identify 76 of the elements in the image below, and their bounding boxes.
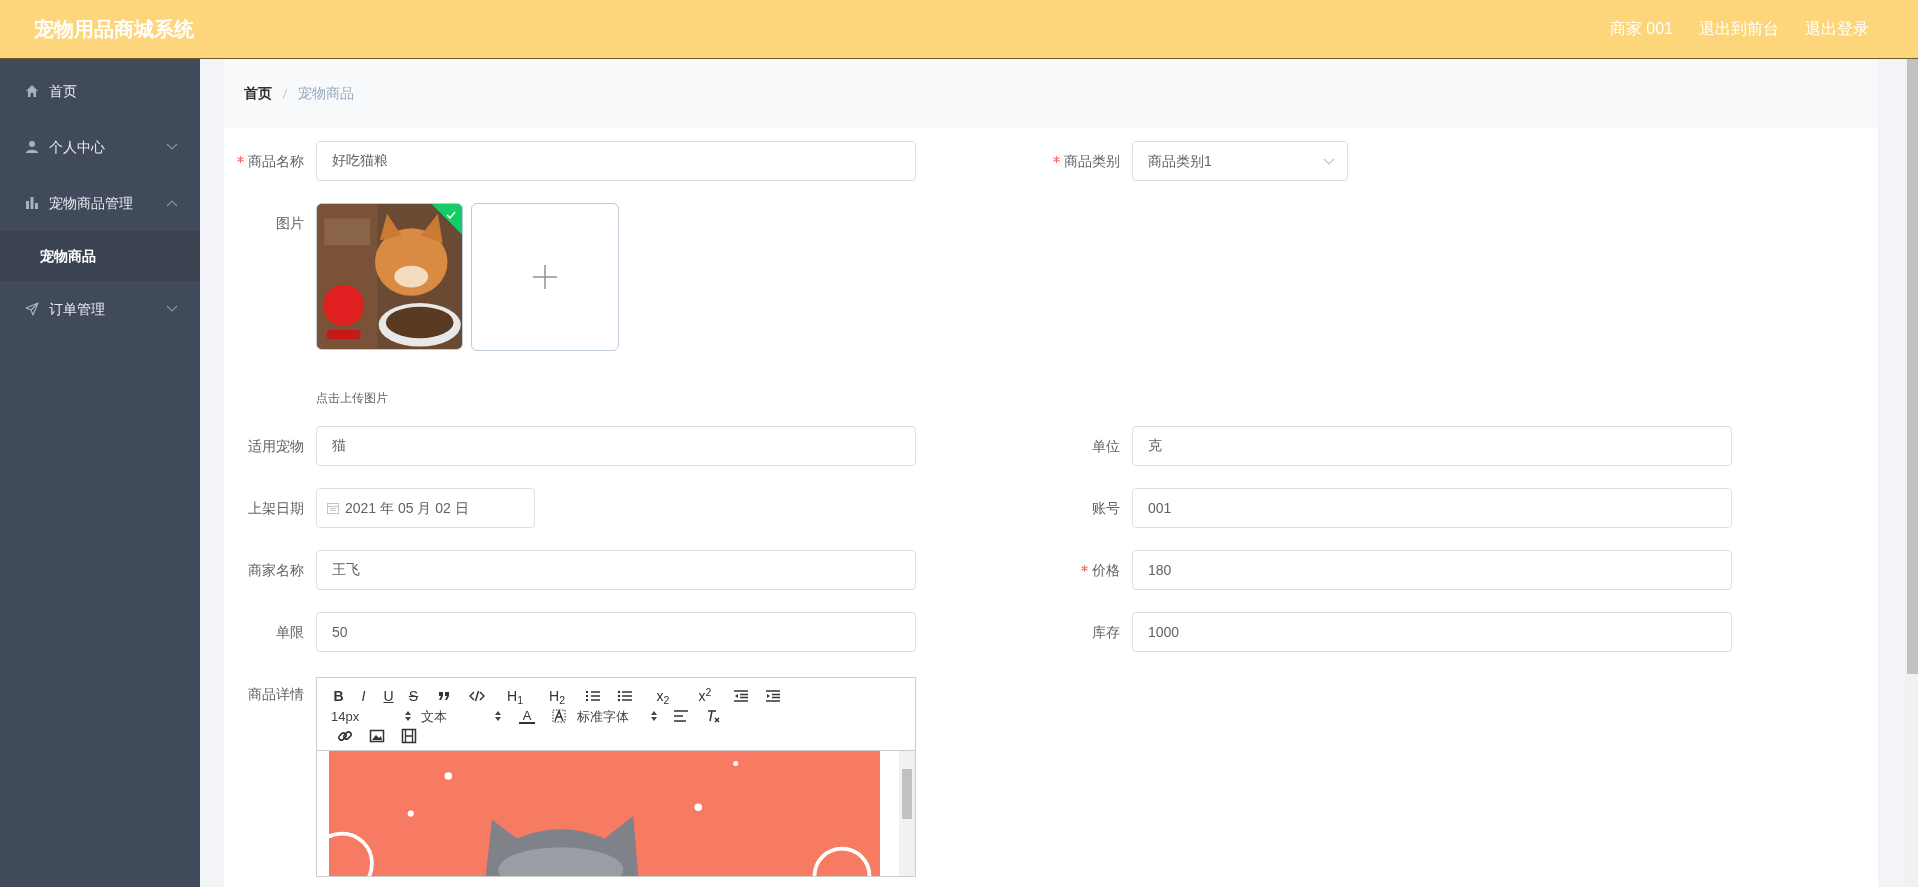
category-select[interactable]: 商品类别1 (1132, 141, 1348, 181)
scrollbar[interactable] (1905, 59, 1918, 887)
text-field[interactable]: 001 (1132, 488, 1732, 528)
text-field[interactable]: 1000 (1132, 612, 1732, 652)
bold-button[interactable]: B (331, 689, 346, 703)
italic-button[interactable]: I (356, 689, 371, 703)
sidebar-item[interactable]: 订单管理 (0, 281, 200, 337)
plus-icon (533, 265, 557, 289)
field-label: 商品名称 (248, 154, 304, 168)
code-button[interactable] (469, 688, 485, 704)
outdent-icon (733, 688, 749, 704)
field-label: 账号 (1092, 501, 1120, 515)
field-label: 单限 (276, 625, 304, 639)
align-left-button[interactable] (673, 708, 689, 724)
text-field[interactable]: 50 (316, 612, 916, 652)
sidebar-item[interactable]: 个人中心 (0, 119, 200, 175)
bullet-list-icon (617, 688, 633, 704)
sidebar-item[interactable]: 宠物商品管理 (0, 175, 200, 231)
upload-hint: 点击上传图片 (316, 390, 389, 407)
app-title: 宠物用品商城系统 (34, 17, 194, 42)
film-button[interactable] (401, 728, 417, 744)
font-color-button[interactable]: A (519, 708, 535, 724)
field-label: 价格 (1092, 563, 1120, 577)
field-label: 适用宠物 (248, 439, 304, 453)
field-label: 商品详情 (248, 687, 304, 701)
field-label: 单位 (1092, 439, 1120, 453)
link-icon (337, 728, 353, 744)
clear-format-icon (705, 708, 721, 724)
film-icon (401, 728, 417, 744)
image-button[interactable] (369, 728, 385, 744)
image-icon (369, 728, 385, 744)
calendar-icon (327, 502, 339, 514)
sort-arrows-icon (651, 711, 657, 721)
format-button[interactable]: x$^{2}$ (693, 689, 717, 703)
date-field[interactable]: 2021 年 05 月 02 日 (316, 488, 535, 528)
highlight-icon (551, 708, 567, 724)
toolbar-select[interactable]: 文本 (421, 709, 501, 723)
underline-button[interactable]: U (381, 689, 396, 703)
field-label: 库存 (1092, 625, 1120, 639)
format-button[interactable]: H$_{1}$ (503, 689, 527, 703)
indent-icon (765, 688, 781, 704)
outdent-button[interactable] (733, 688, 749, 704)
text-field[interactable]: 王飞 (316, 550, 916, 590)
format-button[interactable]: H$_{2}$ (545, 689, 569, 703)
field-label: 商家名称 (248, 563, 304, 577)
user-icon (25, 140, 39, 154)
bullet-list-button[interactable] (617, 688, 633, 704)
home-icon (25, 84, 39, 98)
field-label: 上架日期 (248, 501, 304, 515)
text-field[interactable]: 猫 (316, 426, 916, 466)
code-icon (469, 688, 485, 704)
text-field[interactable]: 克 (1132, 426, 1732, 466)
editor-scrollbar[interactable] (899, 751, 915, 876)
field-label: 图片 (276, 216, 304, 230)
chevron-down-icon (1323, 157, 1335, 165)
field-label: 商品类别 (1064, 154, 1120, 168)
align-left-icon (673, 708, 689, 724)
sidebar-subitem[interactable]: 宠物商品 (0, 231, 200, 281)
link-button[interactable] (337, 728, 353, 744)
breadcrumb-link[interactable]: 首页 (244, 83, 272, 104)
toolbar-select[interactable]: 14px (331, 709, 411, 723)
format-button[interactable]: x$_{2}$ (651, 689, 675, 703)
clear-format-button[interactable] (705, 708, 721, 724)
sort-arrows-icon (405, 711, 411, 721)
text-field[interactable]: 好吃猫粮 (316, 141, 916, 181)
text-field[interactable]: 180 (1132, 550, 1732, 590)
rich-text-editor[interactable]: B I U S H$_{1}$ H$_{2}$ x$_{2}$ x$^{2}$ 14px 文本 A 标准字体 (316, 677, 916, 877)
sort-arrows-icon (495, 711, 501, 721)
bar-chart-icon (25, 196, 39, 210)
indent-button[interactable] (765, 688, 781, 704)
slash-icon (282, 87, 288, 100)
sidebar-item[interactable]: 首页 (0, 63, 200, 119)
strike-button[interactable]: S (406, 689, 421, 703)
send-icon (25, 302, 39, 316)
toolbar-select[interactable]: 标准字体 (577, 709, 657, 723)
highlight-button[interactable] (551, 708, 567, 724)
